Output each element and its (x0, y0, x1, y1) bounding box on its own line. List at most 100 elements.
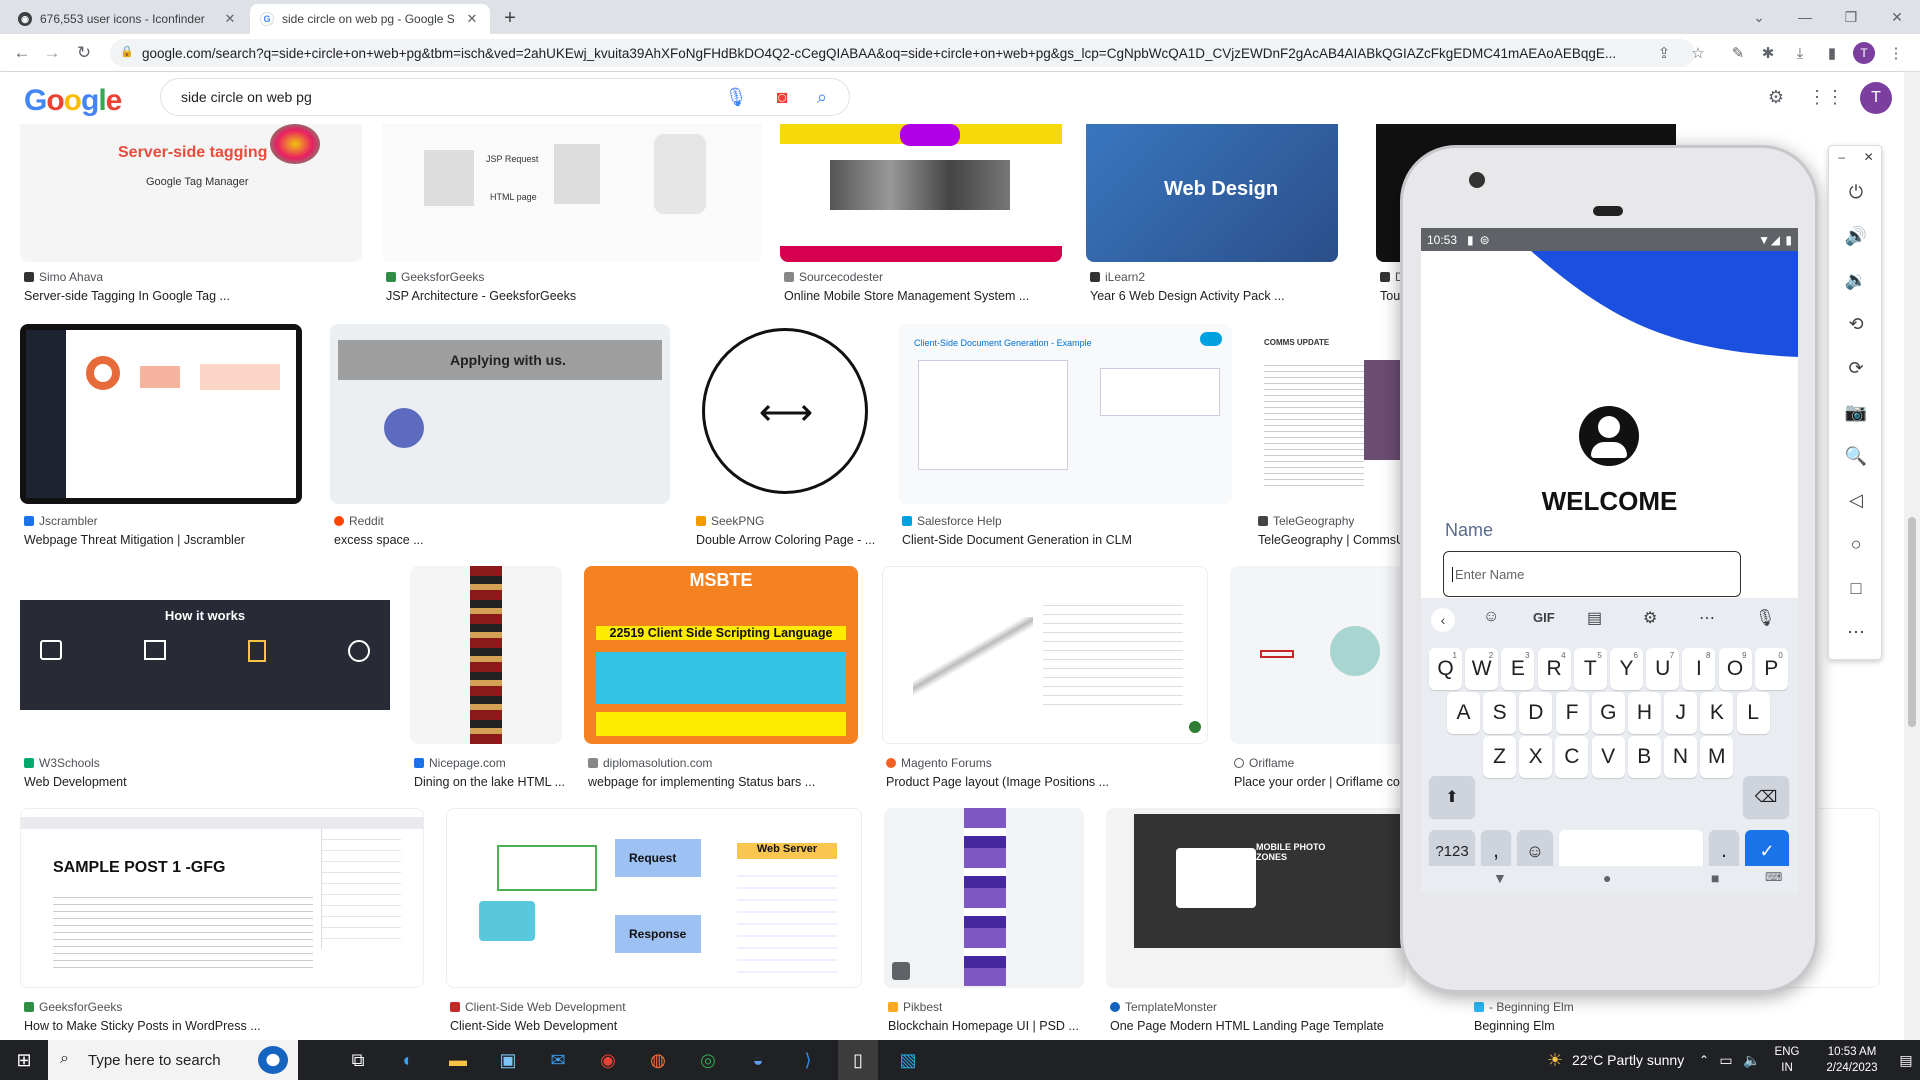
volume-icon[interactable]: 🔈 (1740, 1040, 1764, 1080)
result-title[interactable]: Double Arrow Coloring Page - ... (696, 533, 876, 547)
file-explorer-icon[interactable]: ▬ (438, 1040, 478, 1080)
result-title[interactable]: Client-Side Document Generation in CLM (902, 533, 1232, 547)
notifications-icon[interactable]: ▤ (1892, 1040, 1920, 1080)
result-title[interactable]: Place your order | Oriflame cos (1234, 775, 1404, 789)
key-w[interactable]: W2 (1465, 648, 1499, 690)
close-tab-icon[interactable]: ✕ (222, 11, 238, 27)
browser-menu-icon[interactable]: ⋮ (1882, 34, 1910, 72)
account-avatar[interactable]: T (1860, 82, 1892, 114)
result-title[interactable]: Dining on the lake HTML ... (414, 775, 564, 789)
result-title[interactable]: Client-Side Web Development (450, 1019, 860, 1033)
bookmark-star-icon[interactable]: ☆ (1684, 34, 1712, 72)
rotate-left-icon[interactable]: ⟲ (1829, 308, 1883, 340)
result-thumbnail[interactable]: Server-side tagging Google Tag Manager (20, 124, 362, 262)
edit-extension-icon[interactable]: ✎ (1724, 34, 1752, 72)
power-icon[interactable]: ⏻ (1829, 176, 1883, 208)
address-bar[interactable]: 🔒 google.com/search?q=side+circle+on+web… (110, 39, 1695, 67)
result-card[interactable]: Server-side tagging Google Tag Manager S… (20, 124, 362, 303)
emulator-taskbar-icon[interactable]: ▯ (838, 1040, 878, 1080)
mic-icon[interactable]: 🎙 (718, 78, 754, 116)
back-button[interactable]: ← (8, 34, 36, 72)
result-thumbnail[interactable]: ⟷ (692, 324, 876, 504)
home-circle-icon[interactable]: ○ (1829, 528, 1883, 560)
back-triangle-icon[interactable]: ◁ (1829, 484, 1883, 516)
key-u[interactable]: U7 (1646, 648, 1680, 690)
share-icon[interactable]: ⇪ (1650, 34, 1678, 72)
key-b[interactable]: B (1627, 736, 1661, 778)
key-k[interactable]: K (1700, 692, 1734, 734)
rotate-right-icon[interactable]: ⟳ (1829, 352, 1883, 384)
forward-button[interactable]: → (38, 34, 66, 72)
key-y[interactable]: Y6 (1610, 648, 1643, 690)
tab-google[interactable]: G side circle on web pg - Google S ✕ (250, 4, 490, 34)
clipboard-icon[interactable]: ▤ (1587, 608, 1602, 628)
settings-gear-icon[interactable]: ⚙ (1643, 608, 1657, 628)
result-title[interactable]: excess space ... (334, 533, 674, 547)
apps-grid-icon[interactable]: ⋮⋮ (1808, 78, 1844, 116)
minimize-button[interactable]: — (1782, 0, 1828, 34)
result-thumbnail[interactable]: COMMS UPDATE (1254, 324, 1404, 504)
gif-button[interactable]: GIF (1533, 610, 1555, 625)
task-view-icon[interactable]: ⧉ (338, 1040, 378, 1080)
result-card[interactable]: Pikbest Blockchain Homepage UI | PSD ... (884, 808, 1086, 1033)
key-o[interactable]: O9 (1718, 648, 1752, 690)
result-thumbnail[interactable]: MOBILE PHOTO ZONES (1106, 808, 1406, 988)
result-thumbnail[interactable]: How it works (20, 566, 390, 744)
side-panel-icon[interactable]: ▮ (1818, 34, 1846, 72)
key-f[interactable]: F (1555, 692, 1589, 734)
settings-gear-icon[interactable]: ⚙ (1758, 78, 1794, 116)
result-title[interactable]: Blockchain Homepage UI | PSD ... (888, 1019, 1088, 1033)
google-logo[interactable]: Google (24, 84, 122, 118)
scrollbar-thumb[interactable] (1908, 517, 1916, 727)
overview-square-icon[interactable]: □ (1829, 572, 1883, 604)
key-t[interactable]: T5 (1573, 648, 1607, 690)
result-title[interactable]: Server-side Tagging In Google Tag ... (24, 289, 354, 303)
result-card[interactable]: MOBILE PHOTO ZONES TemplateMonster One P… (1106, 808, 1406, 1033)
key-j[interactable]: J (1664, 692, 1698, 734)
close-icon[interactable]: ✕ (1864, 150, 1874, 164)
minimize-icon[interactable]: – (1838, 150, 1845, 164)
result-title[interactable]: Web Development (24, 775, 384, 789)
result-title[interactable]: Webpage Threat Mitigation | Jscrambler (24, 533, 304, 547)
result-thumbnail[interactable] (20, 324, 302, 504)
key-c[interactable]: C (1555, 736, 1589, 778)
key-a[interactable]: A (1447, 692, 1480, 734)
result-thumbnail[interactable] (410, 566, 562, 744)
key-h[interactable]: H (1628, 692, 1661, 734)
result-thumbnail[interactable]: MSBTE 22519 Client Side Scripting Langua… (584, 566, 858, 744)
result-thumbnail[interactable] (884, 808, 1084, 988)
network-icon[interactable]: ▭ (1714, 1040, 1738, 1080)
result-card[interactable]: Request Response Web Server Client-Side … (446, 808, 864, 1033)
more-icon[interactable]: ⋯ (1699, 608, 1715, 628)
result-card[interactable]: Jscrambler Webpage Threat Mitigation | J… (20, 324, 310, 547)
chevron-left-icon[interactable]: ‹ (1431, 608, 1455, 632)
tab-search-icon[interactable]: ⌄ (1736, 0, 1782, 34)
weather-text[interactable]: 22°C Partly sunny (1572, 1040, 1692, 1080)
result-card[interactable]: Sourcecodester Online Mobile Store Manag… (780, 124, 1062, 303)
camera-lens-icon[interactable]: ◙ (764, 78, 800, 116)
taskbar-search[interactable]: ⌕ Type here to search (48, 1040, 298, 1080)
result-title[interactable]: Online Mobile Store Management System ..… (784, 289, 1059, 303)
result-card[interactable]: ⟷ SeekPNG Double Arrow Coloring Page - .… (692, 324, 878, 547)
keyboard-switch-icon[interactable]: ⌨ (1765, 870, 1782, 884)
result-thumbnail[interactable]: Client-Side Document Generation - Exampl… (898, 324, 1232, 504)
volume-down-icon[interactable]: 🔉 (1829, 264, 1883, 296)
sticker-icon[interactable]: ☺ (1483, 608, 1499, 626)
chrome-icon[interactable]: ◉ (588, 1040, 628, 1080)
result-thumbnail[interactable]: Applying with us. (330, 324, 670, 504)
result-title[interactable]: webpage for implementing Status bars ... (588, 775, 858, 789)
camera-icon[interactable]: 📷 (1829, 396, 1883, 428)
result-title[interactable]: Year 6 Web Design Activity Pack ... (1090, 289, 1340, 303)
key-e[interactable]: E3 (1501, 648, 1535, 690)
close-window-button[interactable]: ✕ (1874, 0, 1920, 34)
result-card[interactable]: Oriflame Place your order | Oriflame cos (1230, 566, 1404, 789)
result-title[interactable]: How to Make Sticky Posts in WordPress ..… (24, 1019, 424, 1033)
result-card[interactable]: How it works W3Schools Web Development (20, 566, 392, 789)
image-app-icon[interactable]: ▧ (888, 1040, 928, 1080)
reload-button[interactable]: ↻ (70, 34, 98, 72)
mic-icon[interactable]: 🎙 (1755, 608, 1775, 628)
shift-key[interactable]: ⬆ (1429, 776, 1475, 818)
key-m[interactable]: M (1700, 736, 1734, 778)
result-title[interactable]: Product Page layout (Image Positions ... (886, 775, 1206, 789)
firefox-icon[interactable]: ◍ (638, 1040, 678, 1080)
